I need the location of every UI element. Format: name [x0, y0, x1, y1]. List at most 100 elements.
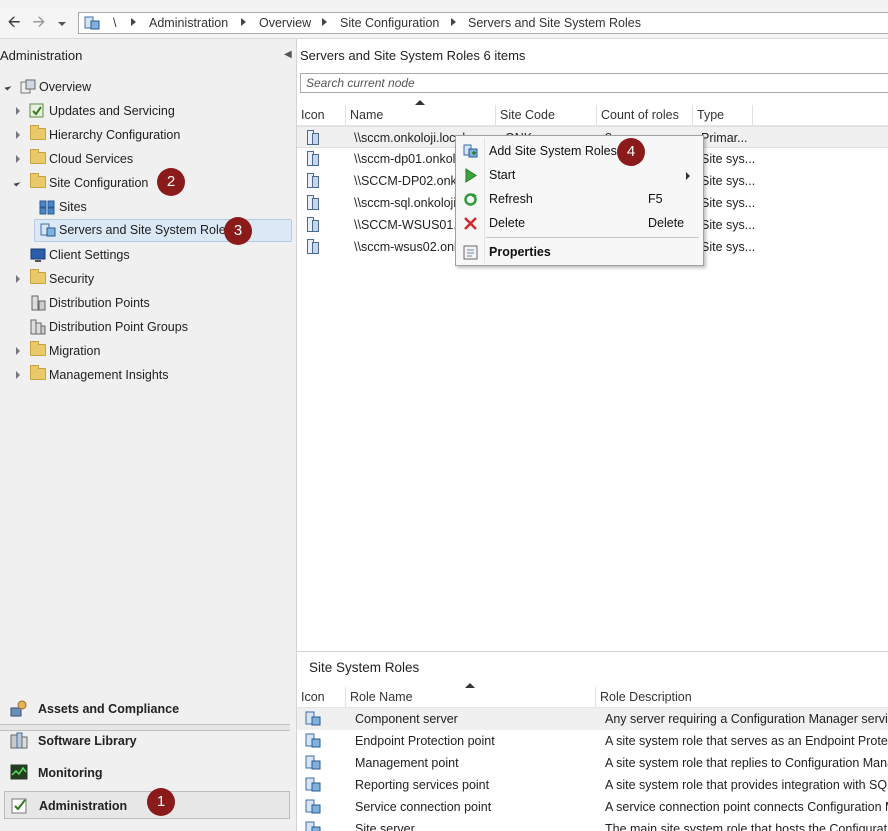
distribution-point-groups-icon: [30, 319, 46, 335]
menu-item-refresh[interactable]: Refresh F5: [456, 188, 703, 211]
workspace-software-library[interactable]: Software Library: [4, 727, 290, 755]
navigation-pane: Administration ◀ Overview Updates and Se…: [0, 39, 297, 831]
server-icon: [307, 130, 319, 145]
menu-item-delete[interactable]: Delete Delete: [456, 212, 703, 235]
tree-item-updates-and-servicing[interactable]: Updates and Servicing: [0, 100, 290, 122]
expanded-arrow-icon[interactable]: [4, 83, 12, 91]
role-row[interactable]: Service connection point A service conne…: [297, 796, 888, 818]
collapsed-arrow-icon[interactable]: [16, 155, 20, 163]
overview-icon: [20, 79, 36, 94]
role-row[interactable]: Reporting services point A site system r…: [297, 774, 888, 796]
folder-icon: [30, 149, 46, 164]
add-roles-icon: [463, 144, 478, 158]
results-pane-title: Servers and Site System Roles 6 items: [300, 48, 526, 63]
site-system-roles-title: Site System Roles: [309, 660, 420, 675]
collapsed-arrow-icon[interactable]: [16, 275, 20, 283]
tree-item-hierarchy-configuration[interactable]: Hierarchy Configuration: [0, 124, 290, 146]
expanded-arrow-icon[interactable]: [13, 179, 21, 187]
breadcrumb-servers[interactable]: Servers and Site System Roles: [468, 16, 641, 30]
properties-icon: [463, 245, 478, 260]
history-dropdown-icon[interactable]: [58, 22, 66, 26]
tree-item-overview[interactable]: Overview: [0, 76, 290, 98]
collapsed-arrow-icon[interactable]: [16, 107, 20, 115]
forward-arrow-icon[interactable]: 🡪: [29, 13, 49, 33]
breadcrumb-separator-icon[interactable]: [322, 18, 327, 26]
breadcrumb-separator-icon[interactable]: [451, 18, 456, 26]
role-icon: [305, 733, 321, 748]
details-splitter[interactable]: [297, 651, 888, 652]
submenu-arrow-icon: [686, 172, 690, 180]
folder-icon: [30, 173, 46, 188]
tree-item-servers-and-site-system-roles[interactable]: Servers and Site System Roles: [34, 219, 292, 242]
refresh-icon: [464, 193, 477, 206]
search-input[interactable]: Search current node: [300, 73, 888, 93]
tree-item-migration[interactable]: Migration: [0, 340, 290, 362]
sites-icon: [39, 200, 55, 215]
role-row[interactable]: Endpoint Protection point A site system …: [297, 730, 888, 752]
tree-item-cloud-services[interactable]: Cloud Services: [0, 148, 290, 170]
menu-separator: [486, 237, 699, 238]
folder-icon: [30, 125, 46, 140]
collapsed-arrow-icon[interactable]: [16, 131, 20, 139]
workspace-monitoring[interactable]: Monitoring: [4, 759, 290, 787]
address-bar[interactable]: \ Administration Overview Site Configura…: [78, 12, 888, 34]
breadcrumb-root[interactable]: \: [113, 16, 116, 30]
server-icon: [307, 173, 319, 188]
start-play-icon: [465, 168, 477, 183]
delete-x-icon: [464, 217, 477, 230]
workspace-assets-and-compliance[interactable]: Assets and Compliance: [4, 695, 290, 723]
callout-badge-3: 3: [224, 217, 252, 245]
client-settings-icon: [30, 248, 46, 262]
tree-item-sites[interactable]: Sites: [0, 196, 290, 218]
menu-item-start[interactable]: Start: [456, 164, 703, 187]
role-icon: [305, 777, 321, 792]
tree-item-distribution-points[interactable]: Distribution Points: [0, 292, 290, 314]
distribution-point-icon: [31, 295, 46, 311]
column-header-type[interactable]: Type: [693, 105, 753, 125]
breadcrumb-separator-icon[interactable]: [241, 18, 246, 26]
tree-item-client-settings[interactable]: Client Settings: [0, 244, 290, 266]
collapsed-arrow-icon[interactable]: [16, 371, 20, 379]
collapse-pane-icon[interactable]: ◀: [284, 49, 292, 60]
roles-column-header-icon[interactable]: Icon: [297, 687, 346, 707]
server-icon: [307, 151, 319, 166]
context-menu: Add Site System Roles Start Refresh F5 D…: [455, 135, 704, 266]
tree-item-site-configuration[interactable]: Site Configuration: [0, 172, 290, 194]
administration-icon: [11, 798, 27, 814]
server-icon: [307, 239, 319, 254]
folder-icon: [30, 341, 46, 356]
role-icon: [305, 821, 321, 831]
monitoring-icon: [10, 764, 28, 780]
roles-column-header-role-name[interactable]: Role Name: [346, 687, 596, 707]
column-header-count-of-roles[interactable]: Count of roles: [597, 105, 693, 125]
navigation-pane-title: Administration: [0, 48, 83, 63]
breadcrumb-overview[interactable]: Overview: [259, 16, 311, 30]
menu-item-properties[interactable]: Properties: [456, 241, 703, 264]
site-config-icon: [84, 16, 100, 30]
back-arrow-icon[interactable]: 🡨: [4, 13, 24, 33]
column-header-name[interactable]: Name: [346, 105, 496, 125]
breadcrumb-administration[interactable]: Administration: [149, 16, 228, 30]
role-icon: [305, 711, 321, 726]
role-icon: [305, 799, 321, 814]
tree-item-security[interactable]: Security: [0, 268, 290, 290]
site-system-roles-icon: [40, 223, 56, 237]
breadcrumb-separator-icon[interactable]: [131, 18, 136, 26]
breadcrumb-site-configuration[interactable]: Site Configuration: [340, 16, 439, 30]
column-header-site-code[interactable]: Site Code: [496, 105, 597, 125]
menu-item-add-site-system-roles[interactable]: Add Site System Roles: [456, 140, 703, 163]
folder-icon: [30, 269, 46, 284]
callout-badge-1: 1: [147, 788, 175, 816]
server-icon: [307, 217, 319, 232]
roles-column-header-role-description[interactable]: Role Description: [596, 687, 888, 707]
role-row[interactable]: Component server Any server requiring a …: [297, 708, 888, 730]
tree-item-distribution-point-groups[interactable]: Distribution Point Groups: [0, 316, 290, 338]
role-row[interactable]: Site server The main site system role th…: [297, 818, 888, 831]
column-header-icon[interactable]: Icon: [297, 105, 346, 125]
navigation-bar: 🡨 🡪 \ Administration Overview Site Confi…: [0, 8, 888, 39]
tree-item-management-insights[interactable]: Management Insights: [0, 364, 290, 386]
role-row[interactable]: Management point A site system role that…: [297, 752, 888, 774]
folder-icon: [30, 365, 46, 380]
collapsed-arrow-icon[interactable]: [16, 347, 20, 355]
callout-badge-4: 4: [617, 138, 645, 166]
